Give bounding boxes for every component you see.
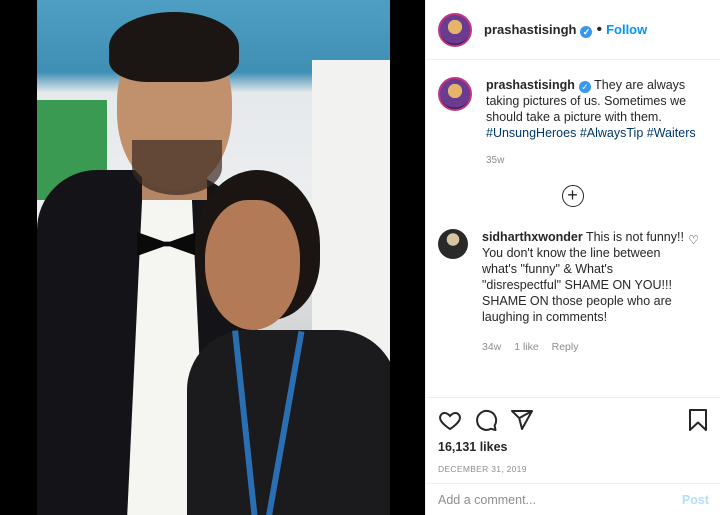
comment-like-count[interactable]: 1 like (514, 341, 539, 353)
verified-badge-icon: ✓ (580, 25, 593, 38)
caption-timestamp[interactable]: 35w (486, 153, 707, 169)
post-date[interactable]: DECEMBER 31, 2019 (438, 464, 709, 474)
avatar[interactable] (438, 77, 472, 111)
post-photo[interactable] (37, 0, 390, 515)
comments-list[interactable]: prashastisingh ✓ They are always taking p… (426, 61, 720, 397)
caption-text-block: prashastisingh ✓ They are always taking p… (486, 77, 707, 169)
comment-username[interactable]: sidharthxwonder (482, 230, 583, 244)
load-more-comments-icon[interactable]: + (561, 185, 584, 207)
hashtag[interactable]: #AlwaysTip (580, 126, 643, 140)
action-icons (438, 408, 709, 432)
reply-button[interactable]: Reply (552, 341, 579, 353)
post-sidebar: prashastisingh ✓ • Follow prashastisingh ✓… (425, 0, 720, 515)
separator: • (596, 20, 603, 38)
comment-like-heart-icon[interactable]: ♡ (688, 233, 699, 247)
caption-username[interactable]: prashastisingh (486, 78, 575, 92)
verified-badge-icon: ✓ (578, 81, 591, 93)
hashtag[interactable]: #UnsungHeroes (486, 126, 576, 140)
comment-meta: 34w 1 like Reply (482, 339, 687, 355)
comment-composer: Post (426, 483, 720, 515)
photo-pane (0, 0, 425, 515)
caption: prashastisingh ✓ They are always taking p… (438, 77, 707, 169)
follow-button[interactable]: Follow (606, 22, 647, 37)
bookmark-icon[interactable] (687, 408, 709, 432)
comment-text-block: sidharthxwonder This is not funny!! You … (482, 229, 687, 355)
list-item: sidharthxwonder This is not funny!! You … (438, 229, 707, 355)
header-username[interactable]: prashastisingh ✓ (484, 22, 593, 38)
share-icon[interactable] (510, 408, 534, 432)
post-actions: 16,131 likes DECEMBER 31, 2019 (426, 397, 720, 483)
comment-text: This is not funny!! You don't know the l… (482, 230, 684, 324)
comment-timestamp[interactable]: 34w (482, 341, 501, 353)
commenter-avatar[interactable] (438, 229, 468, 259)
hashtag[interactable]: #Waiters (647, 126, 696, 140)
avatar[interactable] (438, 12, 472, 47)
like-count[interactable]: 16,131 likes (438, 440, 709, 454)
heart-icon[interactable] (438, 408, 462, 432)
post-header: prashastisingh ✓ • Follow (426, 0, 720, 60)
comment-icon[interactable] (474, 408, 498, 432)
comment-input[interactable] (438, 492, 682, 507)
post-button[interactable]: Post (682, 493, 709, 507)
